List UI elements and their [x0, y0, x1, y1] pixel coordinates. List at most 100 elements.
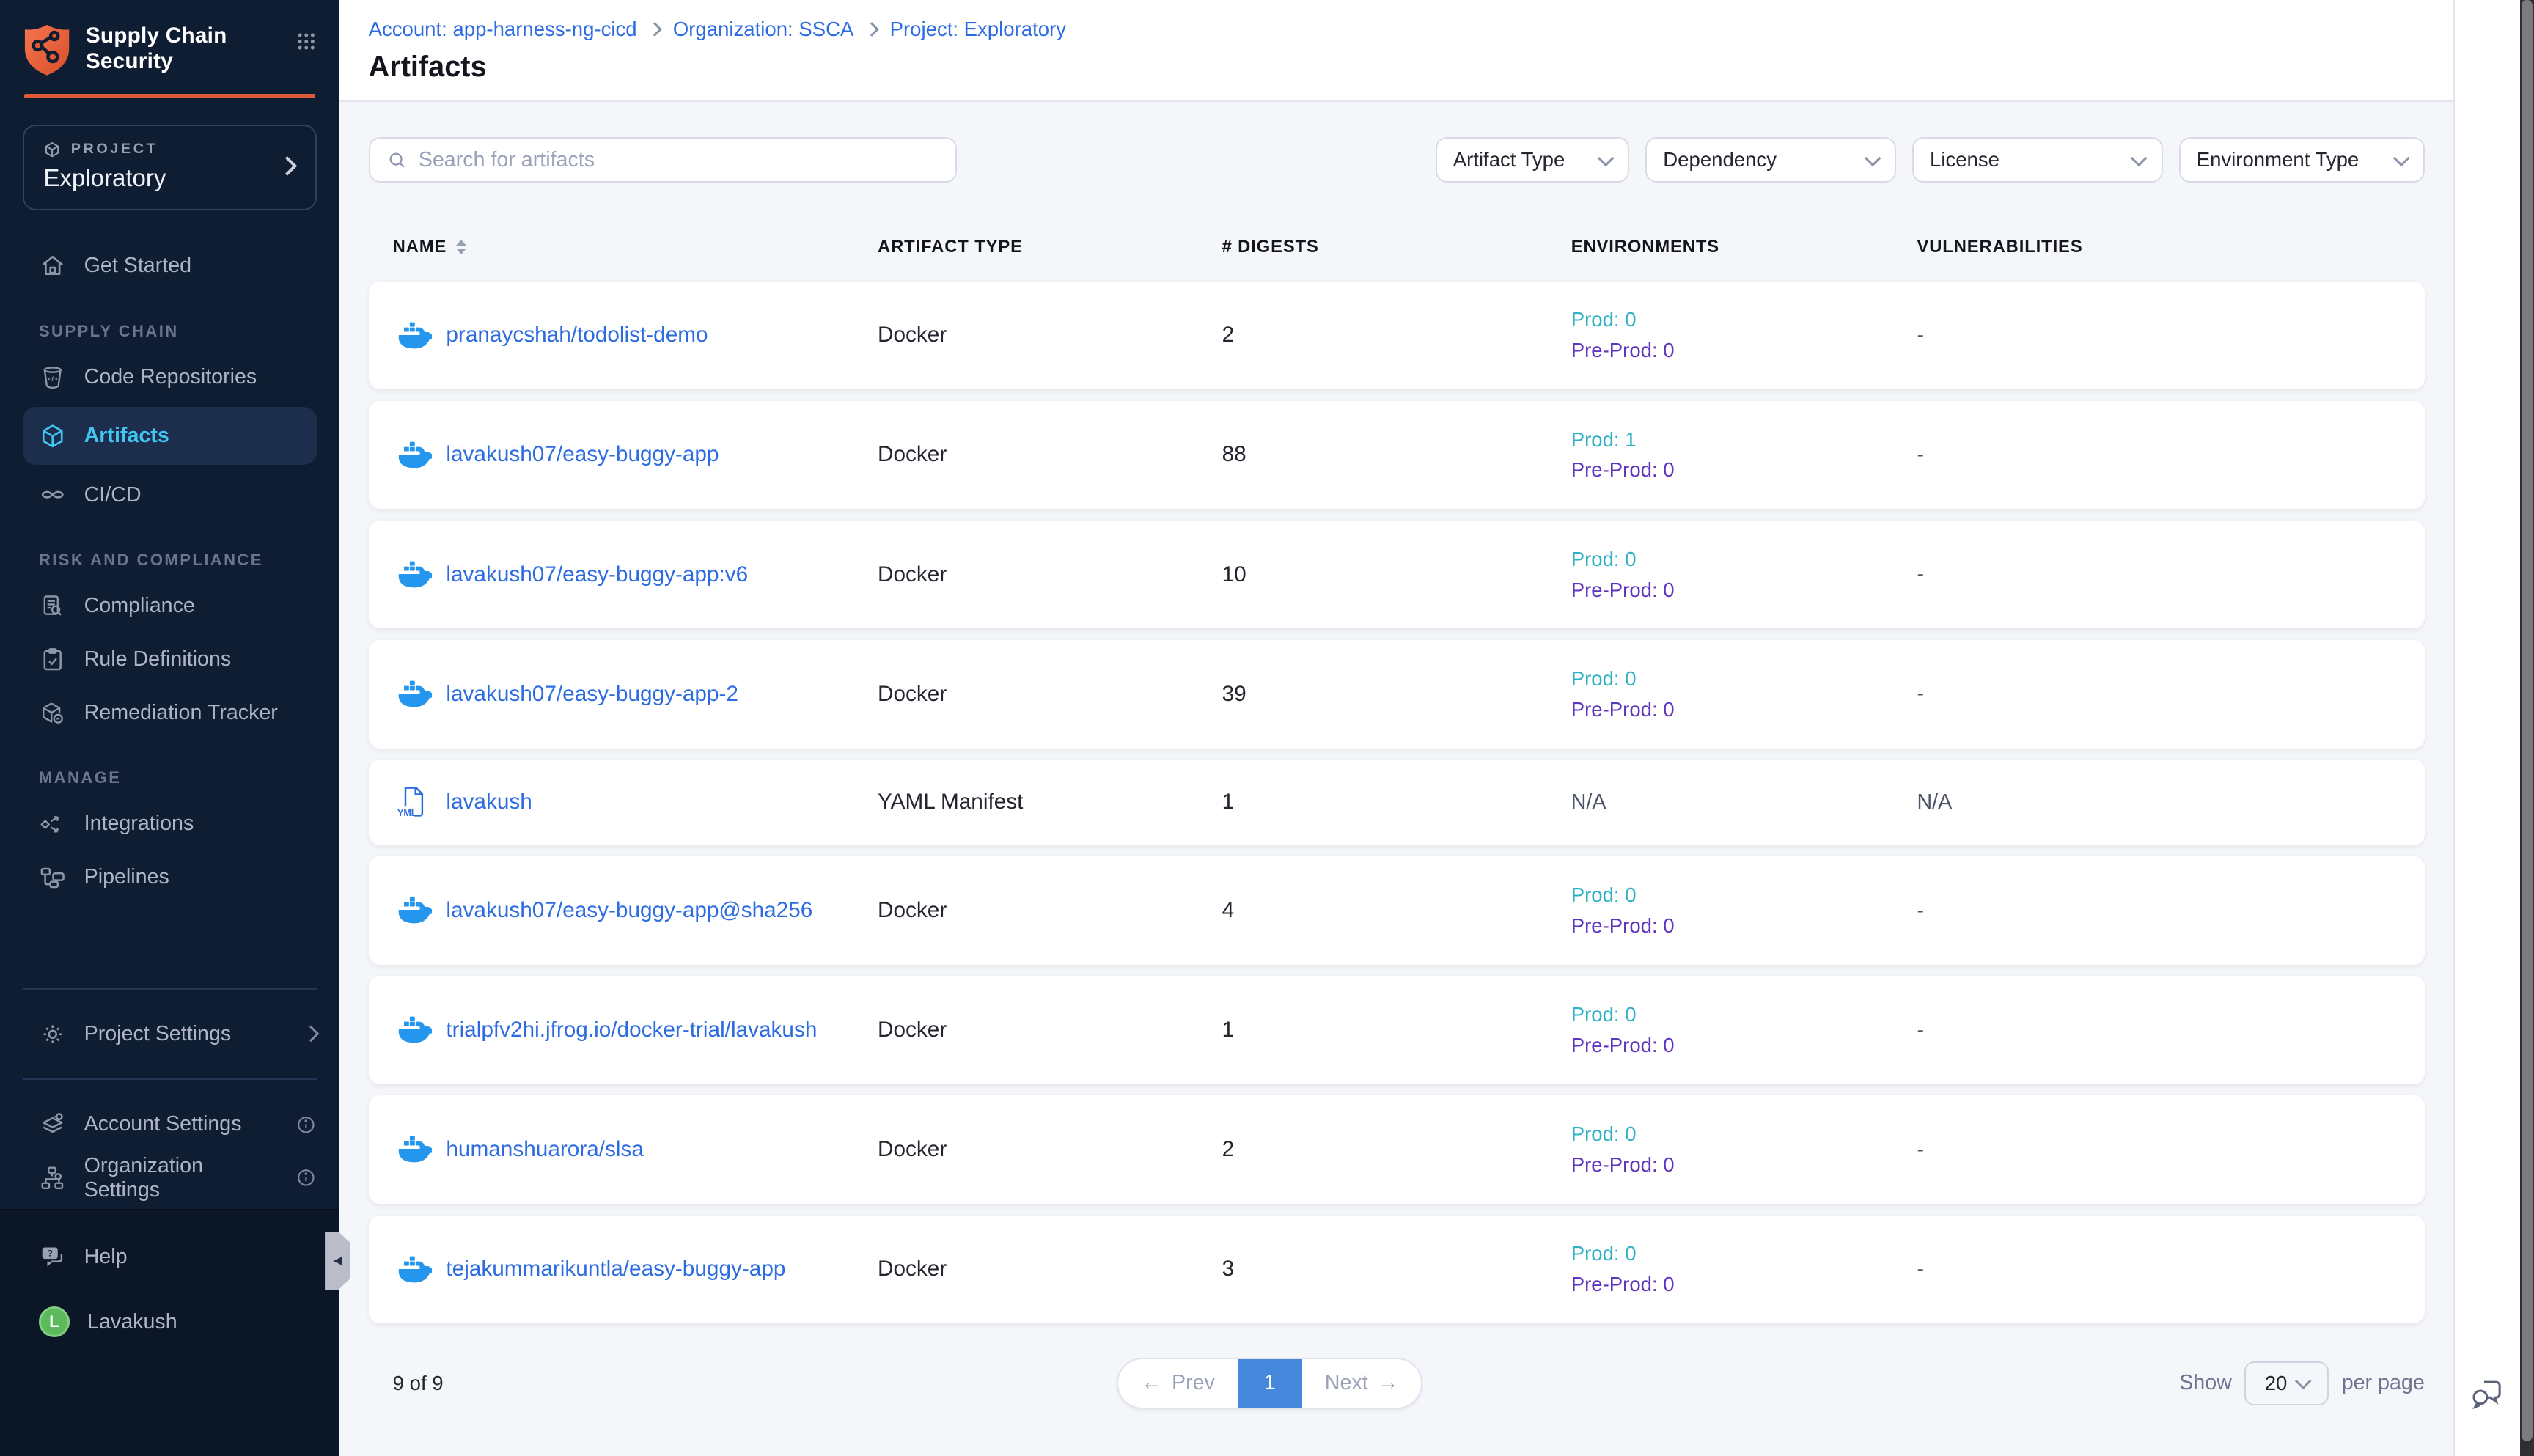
page-1-button[interactable]: 1: [1238, 1359, 1302, 1408]
preprod-env-link[interactable]: Pre-Prod: 0: [1571, 575, 1917, 606]
sort-toggle[interactable]: [456, 240, 466, 254]
digest-count-value: 2: [1222, 323, 1571, 348]
sidebar-item-code-repositories[interactable]: </>Code Repositories: [0, 350, 339, 404]
sidebar-item-label: Get Started: [84, 254, 191, 278]
artifact-name-link[interactable]: pranaycshah/todolist-demo: [446, 323, 708, 348]
search-icon: [386, 150, 408, 171]
preprod-env-link[interactable]: Pre-Prod: 0: [1571, 694, 1917, 725]
license-filter[interactable]: License: [1912, 137, 2163, 183]
breadcrumb-organization-link[interactable]: Organization: SSCA: [673, 18, 854, 41]
sidebar-item-compliance[interactable]: Compliance: [0, 579, 339, 633]
brand-header: Supply Chain Security: [0, 0, 339, 78]
sidebar-collapse-handle[interactable]: ◀: [325, 1232, 350, 1290]
vulnerabilities-value: -: [1917, 682, 2424, 706]
scrollbar-thumb[interactable]: [2522, 0, 2533, 1441]
sidebar-item-remediation-tracker[interactable]: Remediation Tracker: [0, 686, 339, 740]
sidebar-item-label: Compliance: [84, 594, 195, 618]
main-area: Account: app-harness-ng-cicd Organizatio…: [339, 0, 2454, 1456]
prod-env-link[interactable]: Prod: 1: [1571, 424, 1917, 455]
preprod-env-link[interactable]: Pre-Prod: 0: [1571, 1269, 1917, 1300]
artifact-type-filter[interactable]: Artifact Type: [1436, 137, 1630, 183]
preprod-env-link[interactable]: Pre-Prod: 0: [1571, 335, 1917, 366]
prod-env-link[interactable]: Prod: 0: [1571, 544, 1917, 575]
table-row: YML humanshuarora/slsa Docker 2 Prod: 0 …: [369, 1095, 2425, 1204]
document-search-icon: [39, 592, 66, 619]
content: Artifact Type Dependency License Environ…: [339, 102, 2454, 1456]
sidebar-item-project-settings[interactable]: Project Settings: [0, 1007, 339, 1061]
digest-count-value: 1: [1222, 1018, 1571, 1043]
search-input[interactable]: [419, 148, 939, 172]
help-label: Help: [84, 1245, 128, 1269]
sidebar-item-label: Organization Settings: [84, 1154, 279, 1202]
column-digests: # DIGESTS: [1222, 237, 1571, 257]
user-menu[interactable]: L Lavakush: [0, 1298, 339, 1346]
artifact-name-link[interactable]: lavakush07/easy-buggy-app: [446, 442, 719, 467]
sidebar-item-artifacts[interactable]: Artifacts: [23, 407, 317, 465]
nav-section-label: RISK AND COMPLIANCE: [0, 522, 339, 580]
toolbar: Artifact Type Dependency License Environ…: [369, 137, 2425, 183]
arrow-left-icon: ←: [1141, 1371, 1162, 1395]
vulnerabilities-value: -: [1917, 323, 2424, 348]
artifact-name-link[interactable]: tejakummarikuntla/easy-buggy-app: [446, 1257, 785, 1282]
project-selector[interactable]: PROJECT Exploratory: [23, 125, 317, 210]
digest-count-value: 2: [1222, 1137, 1571, 1162]
artifacts-table-body: YML pranaycshah/todolist-demo Docker 2 P…: [369, 282, 2425, 1324]
artifact-name-link[interactable]: lavakush07/easy-buggy-app:v6: [446, 562, 748, 587]
prod-env-link[interactable]: Prod: 0: [1571, 999, 1917, 1030]
filter-group: Artifact Type Dependency License Environ…: [1436, 137, 2425, 183]
prod-env-link[interactable]: Prod: 0: [1571, 663, 1917, 694]
artifact-name-link[interactable]: lavakush07/easy-buggy-app@sha256: [446, 898, 812, 923]
artifact-name-link[interactable]: lavakush07/easy-buggy-app-2: [446, 682, 738, 707]
column-vulnerabilities: VULNERABILITIES: [1917, 237, 2424, 257]
sidebar-item-ci-cd[interactable]: CI/CD: [0, 468, 339, 522]
dependency-filter[interactable]: Dependency: [1645, 137, 1896, 183]
nav-section-label: MANAGE: [0, 740, 339, 798]
sidebar-item-get-started[interactable]: Get Started: [0, 239, 339, 293]
sidebar-item-label: Integrations: [84, 812, 194, 836]
environment-type-filter[interactable]: Environment Type: [2179, 137, 2425, 183]
preprod-env-link[interactable]: Pre-Prod: 0: [1571, 455, 1917, 485]
artifact-type-value: Docker: [878, 682, 1222, 707]
sidebar-item-integrations[interactable]: Integrations: [0, 798, 339, 851]
page-size-select[interactable]: 20: [2244, 1361, 2329, 1405]
sidebar-item-pipelines[interactable]: Pipelines: [0, 850, 339, 904]
help-button[interactable]: ? Help: [0, 1233, 339, 1282]
artifact-name-link[interactable]: lavakush: [446, 790, 532, 815]
page-title: Artifacts: [369, 51, 2425, 84]
sidebar-item-rule-definitions[interactable]: Rule Definitions: [0, 633, 339, 686]
page-size-group: Show 20 per page: [2179, 1361, 2425, 1405]
preprod-env-link[interactable]: Pre-Prod: 0: [1571, 1030, 1917, 1061]
table-row: YML tejakummarikuntla/easy-buggy-app Doc…: [369, 1216, 2425, 1324]
sidebar-nav: Get StartedSUPPLY CHAIN</>Code Repositor…: [0, 239, 339, 904]
sidebar-item-account-settings[interactable]: Account Settings: [0, 1097, 339, 1151]
environments-cell: Prod: 0 Pre-Prod: 0: [1571, 1238, 1917, 1300]
environments-cell: Prod: 0 Pre-Prod: 0: [1571, 663, 1917, 725]
docker-icon: [397, 1015, 431, 1045]
prod-env-link[interactable]: Prod: 0: [1571, 304, 1917, 335]
prev-page-button[interactable]: ←Prev: [1118, 1359, 1237, 1408]
scrollbar-track[interactable]: [2520, 0, 2534, 1456]
docker-icon: [397, 680, 431, 709]
infinity-icon: [39, 481, 66, 508]
prod-env-link[interactable]: Prod: 0: [1571, 1119, 1917, 1150]
preprod-env-link[interactable]: Pre-Prod: 0: [1571, 1150, 1917, 1180]
breadcrumb: Account: app-harness-ng-cicd Organizatio…: [369, 18, 2425, 41]
artifact-name-link[interactable]: trialpfv2hi.jfrog.io/docker-trial/lavaku…: [446, 1018, 817, 1043]
breadcrumb-project-link[interactable]: Project: Exploratory: [890, 18, 1066, 41]
svg-text:?: ?: [47, 1249, 52, 1259]
module-grid-icon[interactable]: [295, 29, 317, 54]
prod-env-link[interactable]: Prod: 0: [1571, 880, 1917, 911]
support-chat-button[interactable]: [2469, 1375, 2505, 1411]
table-row: YML trialpfv2hi.jfrog.io/docker-trial/la…: [369, 976, 2425, 1084]
chevron-down-icon: [1864, 150, 1881, 167]
divider: [23, 1078, 317, 1080]
prod-env-link[interactable]: Prod: 0: [1571, 1238, 1917, 1269]
chevron-down-icon: [1598, 150, 1615, 167]
next-page-button[interactable]: Next→: [1302, 1359, 1421, 1408]
artifact-name-link[interactable]: humanshuarora/slsa: [446, 1137, 644, 1162]
breadcrumb-account-link[interactable]: Account: app-harness-ng-cicd: [369, 18, 637, 41]
vulnerabilities-value: -: [1917, 443, 2424, 467]
preprod-env-link[interactable]: Pre-Prod: 0: [1571, 911, 1917, 941]
divider: [23, 988, 317, 990]
sidebar-item-organization-settings[interactable]: Organization Settings: [0, 1151, 339, 1205]
